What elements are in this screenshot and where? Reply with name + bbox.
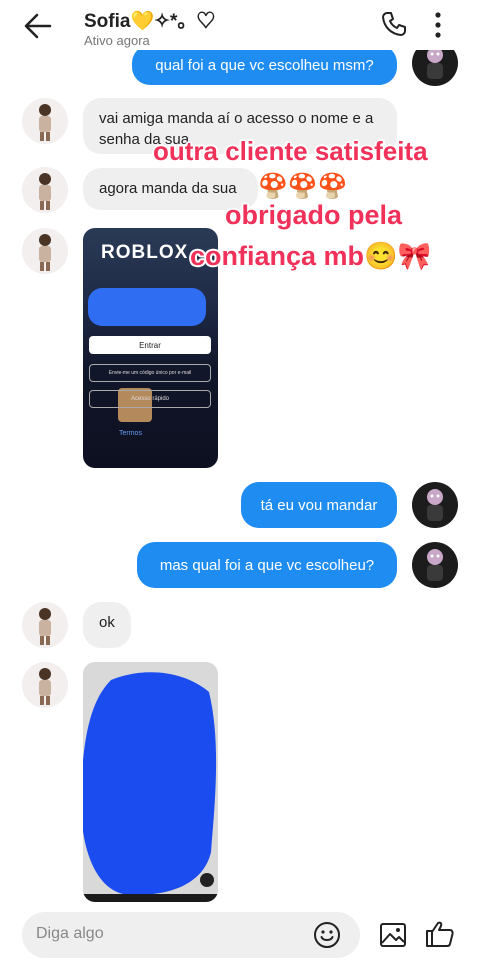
terms-link: Termos bbox=[119, 430, 142, 437]
message-input-placeholder: Diga algo bbox=[36, 925, 104, 942]
message-bubble-outgoing[interactable]: qual foi a que vc escolheu msm? bbox=[132, 45, 397, 85]
phone-icon[interactable] bbox=[380, 10, 408, 38]
avatar[interactable] bbox=[22, 602, 68, 648]
contact-name[interactable]: Sofia💛✧*。♡ bbox=[84, 6, 215, 33]
shared-image-redacted[interactable] bbox=[83, 662, 218, 902]
avatar[interactable] bbox=[22, 167, 68, 213]
like-icon[interactable] bbox=[424, 919, 456, 949]
email-code-option: Envie-me um código único por e-mail bbox=[89, 364, 211, 382]
avatar[interactable] bbox=[412, 542, 458, 588]
emoji-icon[interactable] bbox=[313, 921, 341, 949]
more-vert-icon[interactable] bbox=[430, 10, 446, 40]
message-text: agora manda da sua bbox=[99, 180, 237, 197]
overlay-caption: confiança mb😊🎀 bbox=[190, 241, 432, 271]
message-text: ok bbox=[99, 614, 115, 631]
chat-header bbox=[0, 0, 480, 50]
avatar[interactable] bbox=[22, 98, 68, 144]
mushroom-emojis: 🍄🍄🍄 bbox=[258, 173, 348, 200]
message-text: tá eu vou mandar bbox=[260, 496, 378, 514]
scribble-redaction bbox=[88, 288, 206, 326]
message-text: qual foi a que vc escolheu msm? bbox=[155, 56, 374, 74]
active-status: Ativo agora bbox=[84, 33, 150, 48]
overlay-caption: outra cliente satisfeita bbox=[153, 136, 428, 166]
login-button: Entrar bbox=[89, 336, 211, 354]
roblox-logo: ROBLOX bbox=[101, 242, 189, 263]
message-text: mas qual foi a que vc escolheu? bbox=[159, 556, 375, 574]
avatar[interactable] bbox=[22, 228, 68, 274]
gallery-icon[interactable] bbox=[379, 921, 407, 949]
overlay-caption: obrigado pela bbox=[225, 200, 403, 230]
back-arrow-icon[interactable] bbox=[20, 8, 56, 44]
message-bubble-outgoing[interactable]: tá eu vou mandar bbox=[241, 482, 397, 528]
scribble-redaction bbox=[83, 672, 218, 902]
avatar[interactable] bbox=[22, 662, 68, 708]
message-bubble-incoming[interactable]: ok bbox=[83, 602, 131, 648]
avatar[interactable] bbox=[412, 482, 458, 528]
quick-access-option: Acesso rápido bbox=[89, 390, 211, 408]
message-bubble-outgoing[interactable]: mas qual foi a que vc escolheu? bbox=[137, 542, 397, 588]
